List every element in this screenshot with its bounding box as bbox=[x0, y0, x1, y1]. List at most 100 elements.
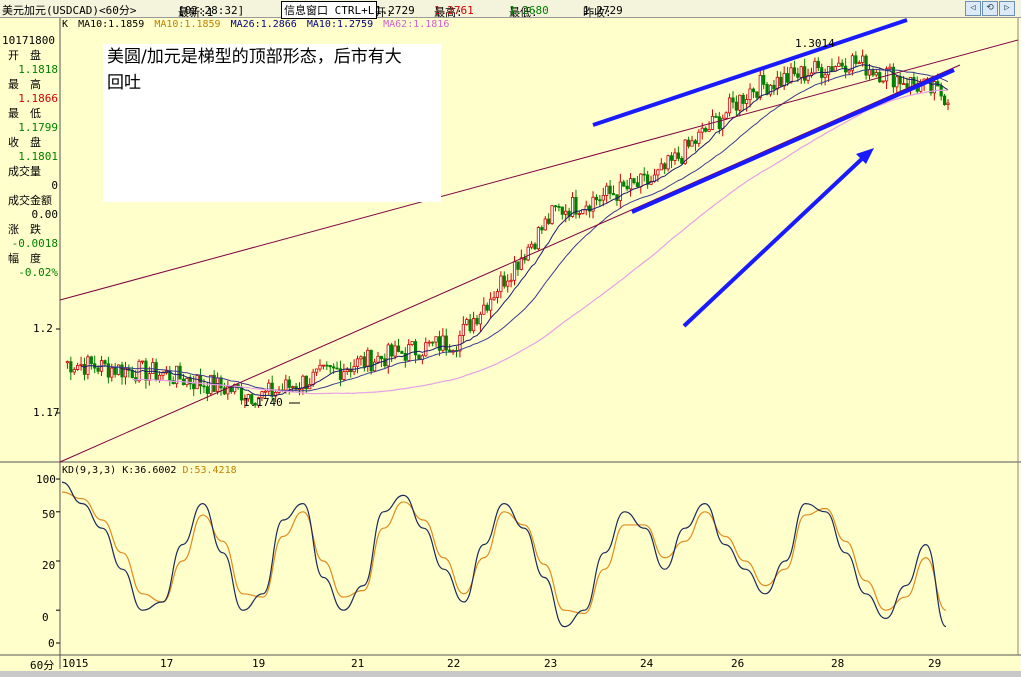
candle-body bbox=[393, 345, 397, 357]
candle-body bbox=[813, 60, 817, 74]
candle-body bbox=[379, 355, 384, 360]
candle-body bbox=[874, 72, 878, 76]
candle-body bbox=[489, 298, 493, 311]
candle-body bbox=[437, 336, 442, 351]
candle-body bbox=[748, 88, 752, 100]
candle-body bbox=[390, 344, 394, 357]
candle-body bbox=[461, 323, 465, 336]
candle-body bbox=[195, 375, 199, 390]
candle-body bbox=[775, 76, 779, 90]
candle-body bbox=[680, 157, 684, 164]
candle-body bbox=[79, 364, 83, 366]
candle-body bbox=[601, 195, 605, 201]
annotation-box: 美圆/加元是梯型的顶部形态，后市有大 回吐 bbox=[103, 44, 441, 202]
candle-body bbox=[564, 210, 568, 215]
candle-body bbox=[96, 367, 100, 372]
candle-body bbox=[946, 102, 950, 106]
candle-body bbox=[495, 291, 500, 298]
candle-body bbox=[898, 76, 902, 85]
candle-body bbox=[550, 205, 554, 224]
candle-body bbox=[120, 364, 124, 378]
candle-body bbox=[765, 84, 769, 95]
candle-body bbox=[205, 386, 209, 394]
candle-body bbox=[912, 77, 916, 85]
candle-body bbox=[785, 73, 790, 83]
candle-body bbox=[796, 73, 800, 78]
candle-body bbox=[669, 155, 674, 161]
candle-body bbox=[328, 365, 332, 368]
candle-body bbox=[103, 360, 107, 365]
candle-body bbox=[369, 349, 373, 372]
candle-body bbox=[741, 94, 745, 104]
candle-body bbox=[151, 362, 155, 374]
candle-body bbox=[400, 351, 404, 354]
candle-body bbox=[502, 275, 506, 287]
candle-body bbox=[506, 280, 510, 287]
candle-body bbox=[157, 374, 162, 381]
candle-body bbox=[707, 129, 711, 132]
candle-body bbox=[516, 261, 520, 270]
x-tick: 19 bbox=[252, 657, 266, 670]
kd-d-line bbox=[61, 491, 947, 615]
candle-body bbox=[311, 371, 315, 385]
candle-body bbox=[717, 116, 721, 129]
candle-body bbox=[161, 372, 165, 376]
candle-body bbox=[867, 69, 872, 76]
candle-body bbox=[577, 213, 581, 215]
candle-body bbox=[618, 181, 622, 201]
candle-body bbox=[758, 75, 762, 98]
candle-body bbox=[482, 304, 486, 315]
candle-body bbox=[656, 169, 660, 176]
kd-tick: 0 bbox=[42, 611, 49, 624]
candle-body bbox=[727, 97, 732, 114]
candle-body bbox=[594, 196, 599, 201]
candle-body bbox=[82, 364, 87, 375]
candle-body bbox=[427, 341, 431, 344]
candle-body bbox=[768, 84, 773, 95]
candle-body bbox=[598, 199, 602, 202]
candle-body bbox=[434, 336, 438, 343]
candle-body bbox=[830, 66, 834, 72]
candle-body bbox=[383, 358, 387, 367]
candle-body bbox=[444, 335, 448, 351]
candle-body bbox=[826, 66, 831, 76]
candle-body bbox=[413, 341, 418, 356]
candle-body bbox=[792, 67, 797, 75]
candle-body bbox=[881, 80, 885, 83]
candle-body bbox=[359, 356, 363, 360]
candle-body bbox=[65, 361, 70, 364]
y-tick: 1.17 bbox=[33, 406, 60, 419]
candle-body bbox=[345, 369, 349, 373]
candle-body bbox=[942, 95, 947, 106]
candle-body bbox=[263, 390, 267, 393]
candle-body bbox=[833, 66, 837, 72]
candle-body bbox=[854, 55, 858, 64]
channel-bottom bbox=[631, 68, 955, 214]
candle-body bbox=[512, 261, 517, 281]
candle-body bbox=[693, 140, 698, 144]
candle-body bbox=[704, 127, 708, 132]
candle-body bbox=[342, 371, 346, 380]
x-tick: 29 bbox=[928, 657, 942, 670]
candle-body bbox=[519, 257, 523, 270]
candle-body bbox=[106, 363, 110, 378]
candle-body bbox=[325, 364, 329, 367]
candle-body bbox=[762, 75, 766, 85]
candle-body bbox=[837, 62, 841, 67]
candle-body bbox=[362, 356, 366, 367]
candle-body bbox=[318, 364, 322, 370]
candle-body bbox=[738, 94, 742, 111]
candle-body bbox=[140, 360, 145, 363]
candle-body bbox=[321, 364, 325, 367]
candle-body bbox=[471, 318, 476, 332]
candle-body bbox=[734, 101, 738, 111]
candle-body bbox=[499, 275, 503, 292]
candle-body bbox=[485, 304, 489, 311]
candle-body bbox=[291, 386, 295, 388]
candle-body bbox=[700, 127, 704, 133]
candle-body bbox=[475, 318, 479, 325]
candle-body bbox=[861, 55, 865, 63]
x-tick: 26 bbox=[731, 657, 745, 670]
candle-body bbox=[509, 279, 513, 282]
candle-body bbox=[314, 368, 319, 373]
